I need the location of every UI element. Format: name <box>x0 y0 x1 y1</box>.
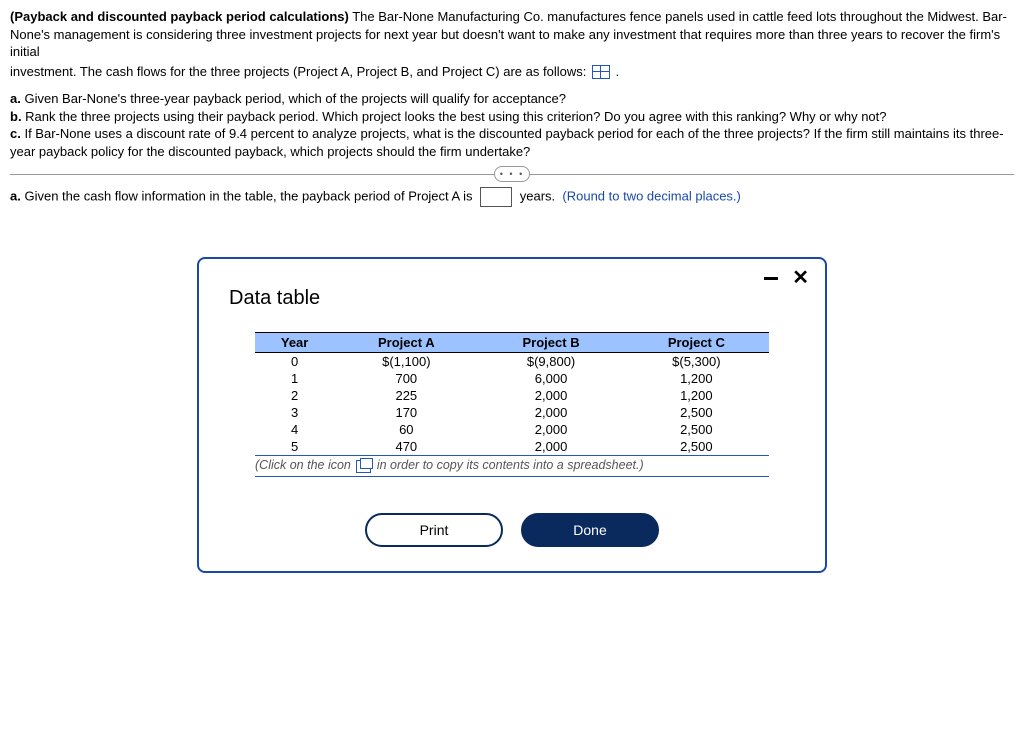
question-a: a. Given Bar-None's three-year payback p… <box>10 90 1014 108</box>
table-row: 4 60 2,000 2,500 <box>255 421 769 438</box>
table-row: 2 225 2,000 1,200 <box>255 387 769 404</box>
print-button[interactable]: Print <box>365 513 503 547</box>
table-row: 1 700 6,000 1,200 <box>255 370 769 387</box>
table-row: 3 170 2,000 2,500 <box>255 404 769 421</box>
answer-part-a: a. Given the cash flow information in th… <box>10 187 1014 207</box>
col-year: Year <box>255 333 334 353</box>
problem-statement: (Payback and discounted payback period c… <box>10 8 1014 61</box>
copy-icon[interactable] <box>356 460 371 473</box>
data-table-modal: ✕ Data table Year Project A Project B Pr… <box>197 257 827 572</box>
section-divider: • • • <box>10 174 1014 175</box>
expand-pill[interactable]: • • • <box>494 166 530 182</box>
payback-a-input[interactable] <box>480 187 512 207</box>
done-button[interactable]: Done <box>521 513 659 547</box>
question-list: a. Given Bar-None's three-year payback p… <box>10 90 1014 160</box>
answer-label-a: a. <box>10 189 21 204</box>
intro-l2-post: . <box>616 64 620 79</box>
problem-statement-line2: investment. The cash flows for the three… <box>10 63 1014 81</box>
modal-title: Data table <box>229 287 799 310</box>
table-copy-note: (Click on the icon in order to copy its … <box>255 456 769 476</box>
answer-hint: (Round to two decimal places.) <box>562 189 740 204</box>
answer-post: years. <box>520 189 555 204</box>
problem-title: (Payback and discounted payback period c… <box>10 9 349 24</box>
cashflow-table: Year Project A Project B Project C 0 $(1… <box>255 332 769 456</box>
question-b: b. Rank the three projects using their p… <box>10 108 1014 126</box>
intro-l2-pre: investment. The cash flows for the three… <box>10 64 590 79</box>
table-row: 5 470 2,000 2,500 <box>255 438 769 456</box>
data-table-icon[interactable] <box>592 65 610 79</box>
question-c: c. If Bar-None uses a discount rate of 9… <box>10 125 1014 160</box>
minimize-icon[interactable] <box>764 277 778 280</box>
answer-pre: Given the cash flow information in the t… <box>24 189 472 204</box>
col-proj-a: Project A <box>334 333 478 353</box>
table-row: 0 $(1,100) $(9,800) $(5,300) <box>255 353 769 371</box>
close-icon[interactable]: ✕ <box>792 271 809 285</box>
col-proj-b: Project B <box>478 333 623 353</box>
col-proj-c: Project C <box>624 333 769 353</box>
